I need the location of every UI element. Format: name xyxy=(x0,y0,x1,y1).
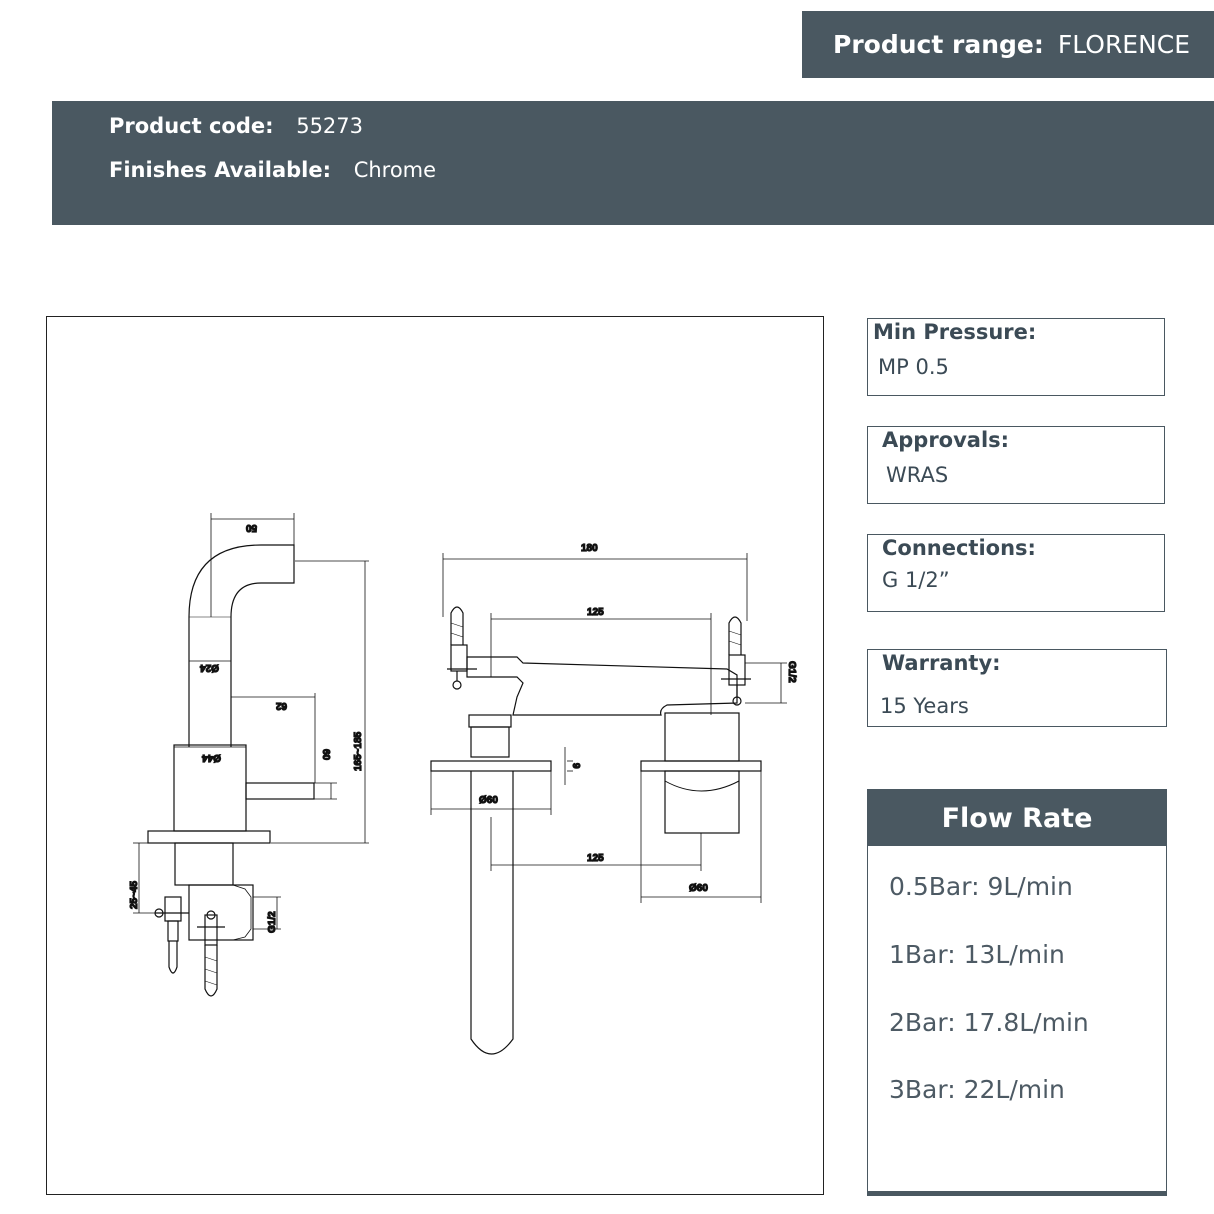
front-view: 180 125 G1/2 9 Ø60 125 Ø60 xyxy=(430,542,798,1055)
technical-drawing: 50 Ø24 62 165~185 Ø44 60 25~45 G1/2 180 … xyxy=(128,513,798,1055)
dim-125-bottom: 125 xyxy=(587,853,604,864)
flow-rate-item: 0.5Bar: 9L/min xyxy=(889,872,1073,901)
dim-25-45: 25~45 xyxy=(129,880,140,909)
product-range-value: FLORENCE xyxy=(1057,30,1191,59)
dim-dia-60-left: Ø60 xyxy=(479,795,498,806)
approvals-label: Approvals: xyxy=(882,428,1010,452)
technical-drawing-frame: 50 Ø24 62 165~185 Ø44 60 25~45 G1/2 180 … xyxy=(46,316,824,1195)
product-code-row: Product code: 55273 xyxy=(109,114,363,138)
connections-value: G 1/2” xyxy=(882,568,950,592)
dim-dia-44: Ø44 xyxy=(202,752,221,763)
product-code-label: Product code: xyxy=(109,114,274,138)
finishes-value: Chrome xyxy=(353,158,437,182)
product-code-value: 55273 xyxy=(296,114,364,138)
min-pressure-label: Min Pressure: xyxy=(873,320,1037,344)
connections-box: Connections: G 1/2” xyxy=(867,534,1165,612)
product-range-banner: Product range: FLORENCE xyxy=(802,11,1214,78)
flow-rate-panel: Flow Rate 0.5Bar: 9L/min 1Bar: 13L/min 2… xyxy=(867,789,1167,1196)
dim-180: 180 xyxy=(581,543,598,554)
connections-label: Connections: xyxy=(882,536,1036,560)
finishes-label: Finishes Available: xyxy=(109,158,331,182)
dim-dia-24: Ø24 xyxy=(200,662,219,673)
dim-50: 50 xyxy=(245,522,257,533)
min-pressure-box: Min Pressure: MP 0.5 xyxy=(867,318,1165,396)
dim-62: 62 xyxy=(275,700,287,711)
flow-rate-item: 2Bar: 17.8L/min xyxy=(889,1008,1089,1037)
side-view: 50 Ø24 62 165~185 Ø44 60 25~45 G1/2 xyxy=(128,513,369,997)
dim-g-half-front: G1/2 xyxy=(786,661,797,683)
approvals-box: Approvals: WRAS xyxy=(867,426,1165,504)
dim-9: 9 xyxy=(570,763,581,769)
warranty-box: Warranty: 15 Years xyxy=(867,649,1167,727)
dim-60-handle: 60 xyxy=(320,749,331,761)
dim-dia-60-right: Ø60 xyxy=(689,883,708,894)
flow-rate-item: 3Bar: 22L/min xyxy=(889,1075,1065,1104)
warranty-label: Warranty: xyxy=(882,651,1001,675)
approvals-value: WRAS xyxy=(886,463,949,487)
flow-rate-item: 1Bar: 13L/min xyxy=(889,940,1065,969)
dim-125-top: 125 xyxy=(587,607,604,618)
flow-rate-title: Flow Rate xyxy=(868,790,1166,846)
product-range-label: Product range: xyxy=(833,30,1044,59)
warranty-value: 15 Years xyxy=(880,694,969,718)
product-info-banner: Product code: 55273 Finishes Available: … xyxy=(52,101,1214,225)
finishes-row: Finishes Available: Chrome xyxy=(109,158,436,182)
dim-165-185: 165~185 xyxy=(353,731,364,771)
min-pressure-value: MP 0.5 xyxy=(878,355,949,379)
dim-g-half-side: G1/2 xyxy=(267,911,278,933)
